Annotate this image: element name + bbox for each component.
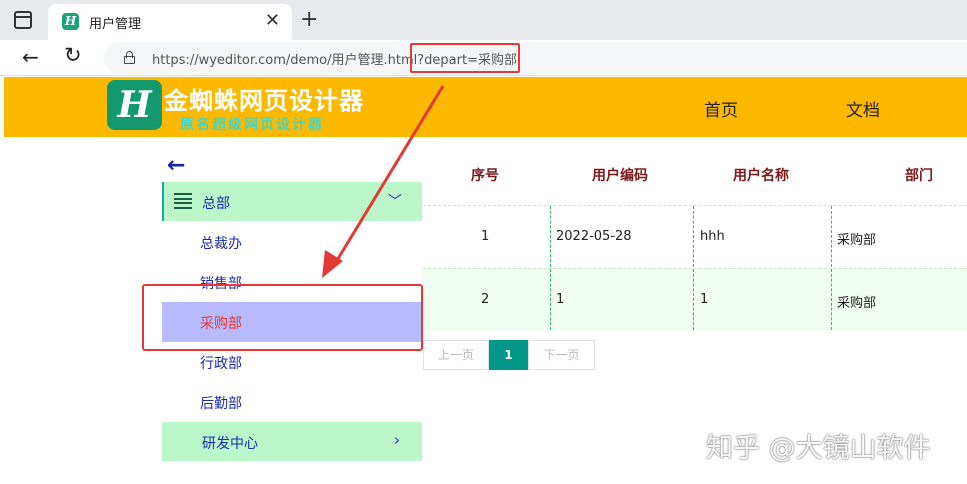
menu-group-label: 总部	[202, 196, 230, 212]
column-header-code: 用户编码	[592, 168, 648, 184]
cell-department: 采购部	[837, 296, 877, 311]
url-query-highlight	[410, 43, 520, 73]
close-tab-icon[interactable]: ✕	[265, 11, 280, 31]
browser-tab[interactable]: H 用户管理 ✕	[48, 4, 292, 40]
favicon-icon: H	[62, 13, 79, 30]
table-row: 1 2022-05-28 hhh 采购部	[423, 205, 967, 267]
cell-index: 2	[481, 292, 490, 307]
back-arrow-icon[interactable]: ←	[167, 153, 185, 178]
back-icon[interactable]: ←	[22, 45, 39, 69]
cell-name: hhh	[700, 229, 725, 244]
cell-name: 1	[700, 292, 709, 307]
new-tab-icon[interactable]: +	[300, 7, 318, 33]
sidebar-item-ceo-office[interactable]: 总裁办	[162, 222, 422, 262]
watermark-text: 知乎 @大镜山软件	[706, 433, 931, 464]
sidebar-item-logistics[interactable]: 后勤部	[162, 382, 422, 422]
menu-group-rnd[interactable]: 研发中心 ›	[162, 422, 422, 461]
site-header: H 金蜘蛛网页设计器 原名超级网页设计器 首页 文档	[4, 77, 967, 137]
chevron-right-icon[interactable]: ›	[394, 431, 400, 449]
column-header-name: 用户名称	[733, 168, 789, 184]
tab-actions-icon[interactable]	[14, 11, 32, 29]
current-page-button[interactable]: 1	[489, 340, 528, 370]
logo-name[interactable]: 金蜘蛛网页设计器	[164, 81, 364, 116]
logo-icon[interactable]: H	[107, 80, 162, 130]
chevron-down-icon[interactable]: ﹀	[388, 191, 402, 211]
address-bar[interactable]: https://wyeditor.com/demo/用户管理.html?depa…	[104, 42, 967, 74]
menu-group-label: 研发中心	[202, 436, 258, 452]
browser-tab-bar: H 用户管理 ✕ +	[0, 0, 967, 40]
menu-group-headquarters[interactable]: 总部 ﹀	[162, 182, 422, 221]
cell-department: 采购部	[837, 233, 877, 248]
cell-code: 2022-05-28	[556, 229, 632, 244]
tab-title: 用户管理	[89, 17, 142, 32]
active-item-highlight	[142, 284, 423, 351]
cell-code: 1	[556, 292, 565, 307]
nav-docs[interactable]: 文档	[846, 96, 880, 121]
next-page-button[interactable]: 下一页	[528, 340, 595, 370]
reload-icon[interactable]: ↻	[64, 43, 82, 67]
nav-home[interactable]: 首页	[704, 96, 738, 121]
cell-index: 1	[481, 229, 490, 244]
logo-subtitle: 原名超级网页设计器	[180, 117, 324, 133]
lock-icon[interactable]	[124, 51, 135, 64]
list-icon	[174, 193, 192, 209]
table-row: 2 1 1 采购部	[423, 268, 967, 330]
column-header-department: 部门	[905, 168, 933, 184]
prev-page-button[interactable]: 上一页	[423, 340, 489, 370]
column-header-index: 序号	[471, 168, 499, 184]
